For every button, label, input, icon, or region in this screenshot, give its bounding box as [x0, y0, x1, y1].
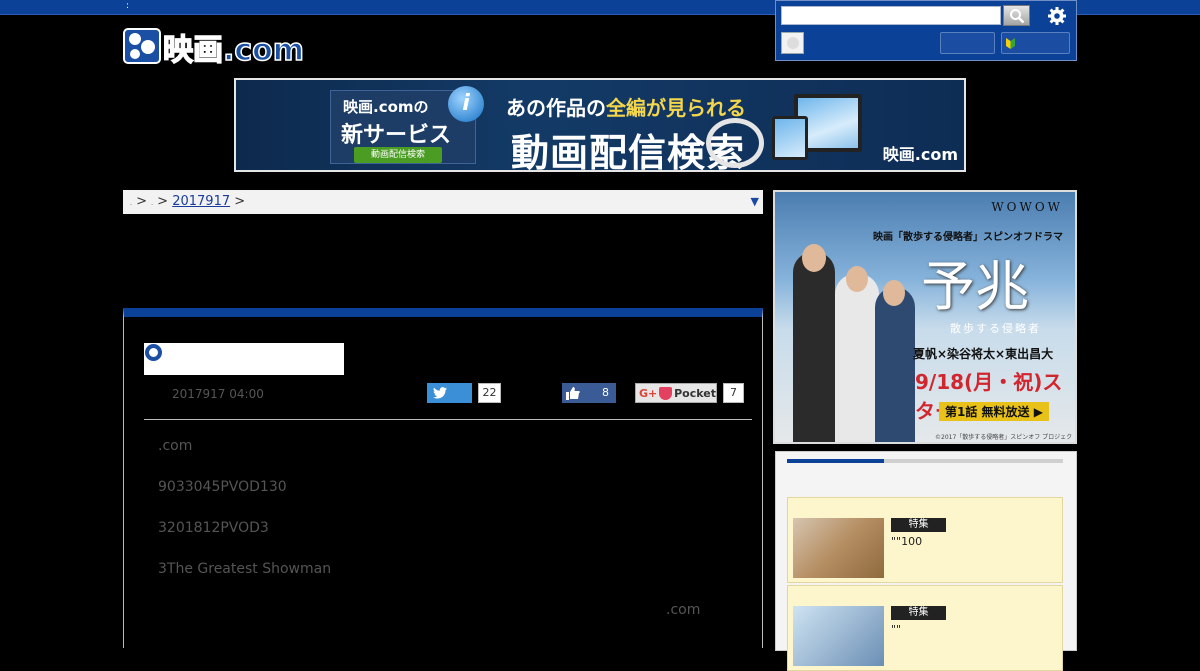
feature-text: ""100: [891, 535, 923, 548]
banner-head-pre: あの作品の: [506, 96, 606, 120]
avatar[interactable]: [781, 32, 804, 54]
promo-banner[interactable]: 映画.comの 新サービス 動画配信検索 i あの作品の全編が見られる 動画配信…: [234, 78, 966, 172]
tab-active[interactable]: [787, 459, 884, 463]
feature-item[interactable]: 特集 ""100: [787, 497, 1063, 583]
bullet-icon: [145, 344, 162, 361]
banner-headline: あの作品の全編が見られる: [506, 92, 746, 121]
banner-head-yellow: 全編が見られる: [606, 96, 746, 120]
settings-button[interactable]: [1046, 5, 1068, 27]
twitter-icon: [433, 387, 447, 399]
google-plus-icon: G+: [639, 386, 658, 400]
divider: [144, 419, 752, 420]
logo-text: 映画.com: [163, 33, 304, 67]
breadcrumb-separator: >: [157, 194, 169, 209]
twitter-count: 22: [478, 383, 501, 403]
ad-person-head: [883, 280, 905, 306]
thumbs-up-icon: [566, 386, 580, 400]
search-button[interactable]: [1003, 5, 1030, 26]
pocket-label: Pocket: [674, 386, 716, 400]
feature-thumbnail: [793, 518, 884, 578]
ad-cast: 夏帆×染谷将太×東出昌大: [913, 347, 1054, 361]
breadcrumb-separator: >: [234, 194, 246, 209]
ad-person: [875, 287, 915, 442]
magnifier-icon: [706, 118, 764, 168]
ad-copyright: ©2017「散歩する侵略者」スピンオフ プロジェクト パートナーズ: [935, 434, 1073, 441]
beginner-leaf-icon: [1006, 38, 1015, 49]
pocket-icon: [659, 386, 673, 400]
tablet-icon: [772, 116, 808, 160]
breadcrumb-dot[interactable]: .: [130, 200, 132, 207]
article-title: [144, 343, 344, 375]
article-paragraph: .com: [666, 602, 701, 618]
ad-person: [835, 274, 879, 442]
breadcrumb-dot[interactable]: .: [151, 200, 153, 207]
twitter-share-button[interactable]: [427, 383, 472, 403]
ad-title-sub: 散歩する侵略者: [950, 322, 1041, 335]
facebook-count: 8: [602, 386, 609, 399]
sidebar-features: 特集 ""100 特集 "": [775, 451, 1077, 671]
breadcrumb-separator: >: [136, 194, 147, 209]
article-panel: 2017917 04:00 22 8 G+ Pocket 7 .com 9033…: [123, 308, 763, 648]
sidebar-ad[interactable]: WOWOW 映画「散歩する侵略者」スピンオフドラマ 予兆 散歩する侵略者 夏帆×…: [773, 190, 1077, 444]
feature-thumbnail: [793, 606, 884, 666]
banner-line2: 新サービス: [341, 123, 452, 148]
info-icon: i: [448, 86, 484, 122]
banner-badge: 動画配信検索: [354, 147, 442, 163]
article-paragraph: 3The Greatest Showman: [158, 561, 332, 577]
login-button[interactable]: [940, 32, 995, 54]
banner-line1: 映画.comの: [343, 98, 429, 116]
search-icon: [1009, 8, 1024, 23]
search-input[interactable]: [781, 6, 1001, 25]
banner-brand: 映画.com: [882, 145, 958, 164]
sidebar-tabs[interactable]: [787, 459, 1063, 463]
ad-person-head: [846, 266, 868, 292]
breadcrumb: . > . > 2017917 > ▼: [123, 190, 763, 214]
pocket-button[interactable]: G+ Pocket: [635, 383, 717, 403]
ad-network: WOWOW: [991, 200, 1063, 214]
article-date: 2017917 04:00: [172, 387, 264, 401]
article-paragraph: .com: [158, 438, 193, 454]
pocket-count: 7: [723, 383, 744, 403]
ad-subtitle: 映画「散歩する侵略者」スピンオフドラマ: [873, 232, 1063, 243]
ad-free-badge: 第1話 無料放送 ▶: [939, 402, 1049, 421]
user-panel: [775, 0, 1077, 61]
feature-tag: 特集: [891, 518, 946, 532]
ad-title: 予兆: [921, 255, 1029, 318]
article-paragraph: 3201812PVOD3: [158, 520, 269, 536]
top-bar-text: :: [126, 1, 130, 11]
article-paragraph: 9033045PVOD130: [158, 479, 287, 495]
breadcrumb-date-link[interactable]: 2017917: [172, 194, 230, 209]
ad-person-head: [802, 244, 826, 272]
site-logo[interactable]: 映画.com: [123, 25, 327, 67]
feature-item[interactable]: 特集 "": [787, 585, 1063, 671]
ad-person: [793, 252, 835, 442]
register-button[interactable]: [1001, 32, 1070, 54]
gear-icon: [1048, 7, 1066, 25]
feature-tag: 特集: [891, 606, 946, 620]
chevron-down-icon[interactable]: ▼: [751, 195, 759, 208]
film-reel-logo-icon: 映画.com: [123, 28, 305, 67]
